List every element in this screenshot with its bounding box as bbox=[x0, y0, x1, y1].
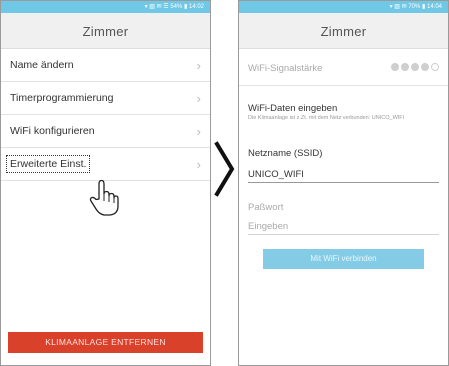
signal-dot bbox=[391, 63, 399, 71]
phone-screen-wifi-config: ▾ ▧ ✉ 70% ▮ 14:04 Zimmer WiFi-Signalstär… bbox=[238, 0, 449, 366]
signal-dot bbox=[401, 63, 409, 71]
status-bar: ▾ ▧ ✉ ☰ 54% ▮ 14:02 bbox=[1, 1, 210, 13]
pointing-hand-icon bbox=[89, 179, 119, 222]
menu-item-wifi-configure[interactable]: WiFi konfigurieren › bbox=[1, 115, 210, 148]
chevron-right-icon bbox=[211, 140, 238, 198]
page-title: Zimmer bbox=[239, 13, 448, 49]
ssid-label: Netzname (SSID) bbox=[248, 148, 323, 159]
connect-wifi-button[interactable]: Mit WiFi verbinden bbox=[263, 249, 424, 269]
signal-dot bbox=[421, 63, 429, 71]
phone-screen-room-menu: ▾ ▧ ✉ ☰ 54% ▮ 14:02 Zimmer Name ändern ›… bbox=[0, 0, 211, 366]
signal-strength-label: WiFi-Signalstärke bbox=[248, 63, 323, 74]
menu-item-label: Name ändern bbox=[10, 59, 74, 71]
menu-item-timer-programming[interactable]: Timerprogrammierung › bbox=[1, 82, 210, 115]
remove-aircon-button[interactable]: KLIMAANLAGE ENTFERNEN bbox=[8, 332, 203, 353]
signal-strength-indicator bbox=[389, 63, 439, 74]
menu-item-advanced-settings[interactable]: Erweiterte Einst. › bbox=[1, 148, 210, 181]
ssid-input[interactable]: UNICO_WIFI bbox=[248, 169, 439, 183]
wifi-signal-row: WiFi-Signalstärke bbox=[248, 63, 439, 74]
chevron-right-icon: › bbox=[196, 124, 201, 139]
password-label: Paßwort bbox=[248, 202, 284, 213]
wifi-connection-info: Die Klimaanlage ist z.Zt. mit dem Netz v… bbox=[248, 115, 405, 121]
menu-item-rename[interactable]: Name ändern › bbox=[1, 49, 210, 82]
status-bar: ▾ ▧ ✉ 70% ▮ 14:04 bbox=[239, 1, 448, 13]
menu-item-label: WiFi konfigurieren bbox=[10, 125, 95, 137]
divider bbox=[239, 85, 448, 86]
chevron-right-icon: › bbox=[196, 157, 201, 172]
menu-item-label: Timerprogrammierung bbox=[10, 92, 114, 104]
wifi-data-heading: WiFi-Daten eingeben bbox=[248, 103, 338, 114]
chevron-right-icon: › bbox=[196, 58, 201, 73]
page-title: Zimmer bbox=[1, 13, 210, 49]
signal-dot-empty bbox=[431, 63, 439, 71]
signal-dot bbox=[411, 63, 419, 71]
menu-item-label: Erweiterte Einst. bbox=[6, 155, 91, 173]
chevron-right-icon: › bbox=[196, 91, 201, 106]
password-input[interactable]: Eingeben bbox=[248, 221, 439, 235]
